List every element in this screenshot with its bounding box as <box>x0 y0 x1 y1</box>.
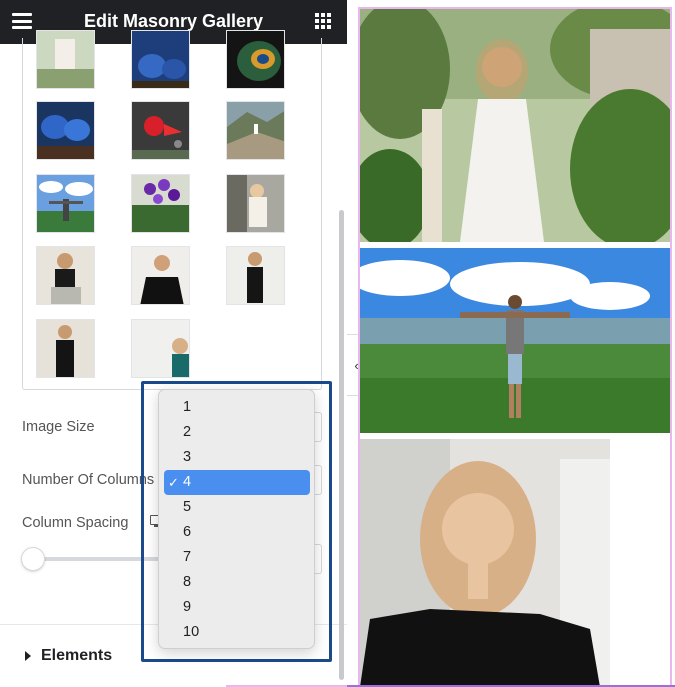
gallery-thumb[interactable] <box>131 174 190 233</box>
columns-dropdown-list: 1 2 3 ✓ 4 5 6 7 8 9 10 <box>158 389 315 649</box>
gallery-thumb[interactable] <box>36 246 95 305</box>
panel-scrollbar-thumb[interactable] <box>339 210 344 680</box>
panel-title: Edit Masonry Gallery <box>83 11 264 31</box>
checkmark-icon: ✓ <box>168 475 179 490</box>
number-of-columns-label: Number Of Columns <box>22 472 155 488</box>
dropdown-option[interactable]: 7 <box>164 545 310 570</box>
option-label: 3 <box>183 449 192 465</box>
option-label: 6 <box>183 524 192 540</box>
option-label: 1 <box>183 399 192 415</box>
gallery-thumb[interactable] <box>226 246 285 305</box>
grid-icon[interactable] <box>315 13 331 29</box>
dropdown-option[interactable]: 8 <box>164 570 310 595</box>
dropdown-option[interactable]: 6 <box>164 520 310 545</box>
dropdown-option[interactable]: 10 <box>164 620 310 645</box>
gallery-thumb[interactable] <box>131 30 190 89</box>
gallery-thumb[interactable] <box>36 101 95 160</box>
gallery-thumb[interactable] <box>36 174 95 233</box>
dropdown-option-selected[interactable]: ✓ 4 <box>164 470 310 495</box>
gallery-thumb[interactable] <box>36 319 95 378</box>
option-label: 4 <box>183 474 192 490</box>
image-size-label: Image Size <box>22 419 95 435</box>
dropdown-option[interactable]: 2 <box>164 420 310 445</box>
column-spacing-label: Column Spacing <box>22 515 129 531</box>
preview-image-woman-black-top[interactable] <box>360 439 610 685</box>
preview-image-woman-white-dress[interactable] <box>360 9 670 242</box>
option-label: 8 <box>183 574 192 590</box>
gallery-preview <box>358 7 672 685</box>
dropdown-option[interactable]: 5 <box>164 495 310 520</box>
preview-image-man-mountains[interactable] <box>360 248 670 433</box>
elements-section-label: Elements <box>41 647 113 664</box>
option-label: 9 <box>183 599 192 615</box>
option-label: 2 <box>183 424 192 440</box>
gallery-thumb[interactable] <box>36 30 95 89</box>
editor-root: Edit Masonry Gallery Image Size Number O… <box>0 0 675 687</box>
dropdown-option[interactable]: 1 <box>164 395 310 420</box>
option-label: 7 <box>183 549 192 565</box>
caret-right-icon <box>25 651 31 661</box>
gallery-thumb[interactable] <box>131 101 190 160</box>
column-spacing-slider-handle[interactable] <box>22 548 44 570</box>
gallery-thumb[interactable] <box>226 174 285 233</box>
option-label: 10 <box>183 624 200 640</box>
option-label: 5 <box>183 499 192 515</box>
dropdown-option[interactable]: 3 <box>164 445 310 470</box>
gallery-thumb[interactable] <box>226 101 285 160</box>
dropdown-option[interactable]: 9 <box>164 595 310 620</box>
gallery-thumb[interactable] <box>131 246 190 305</box>
gallery-thumb[interactable] <box>131 319 190 378</box>
gallery-thumb[interactable] <box>226 30 285 89</box>
